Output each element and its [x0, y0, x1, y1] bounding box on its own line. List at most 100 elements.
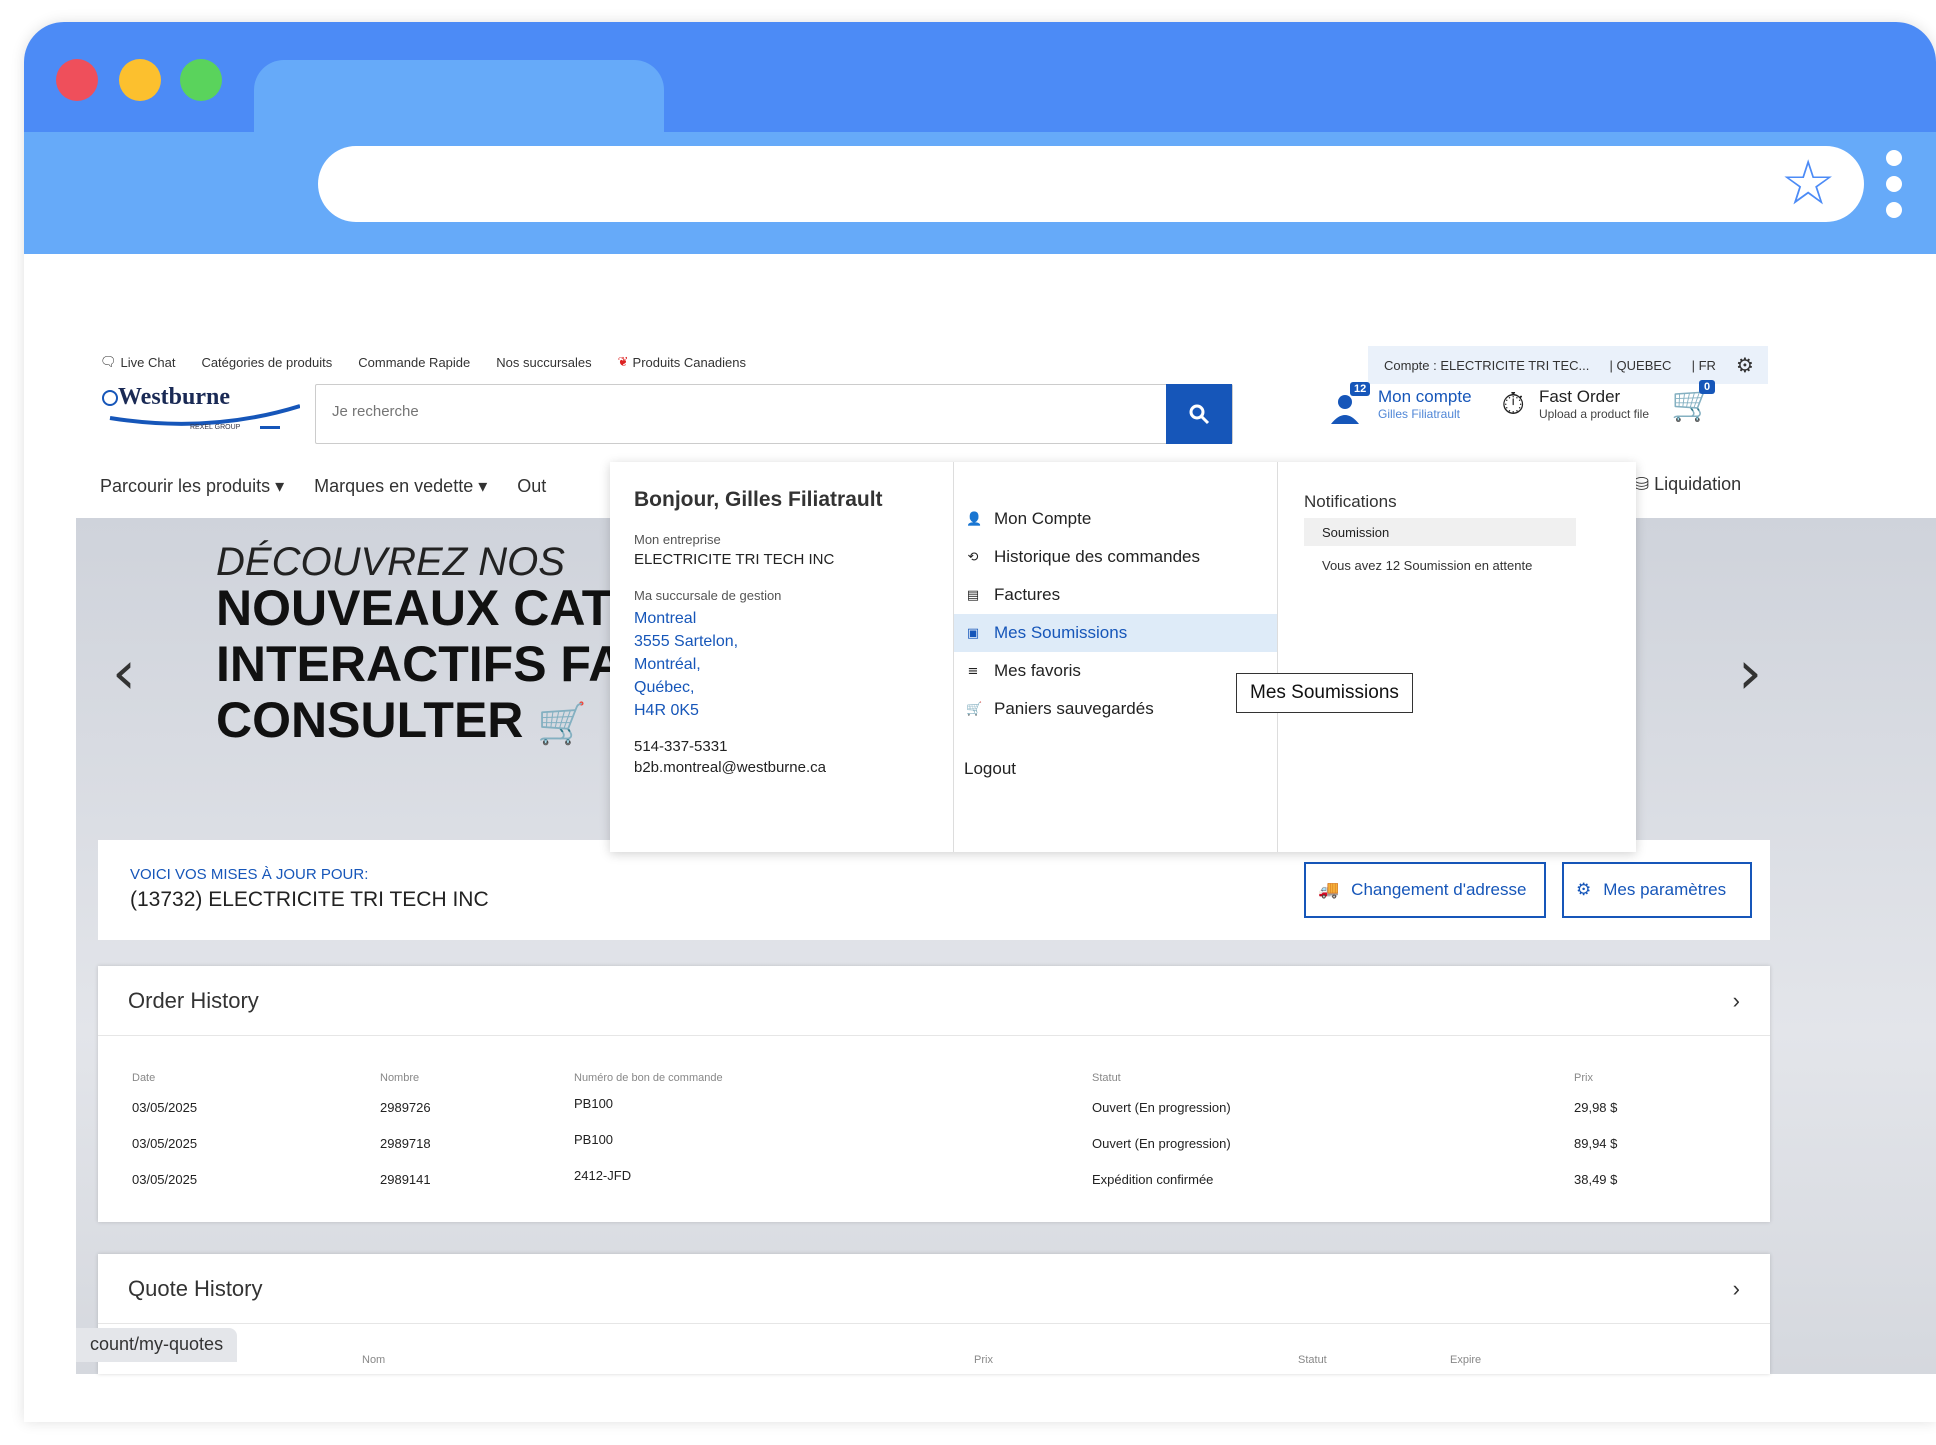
change-address-label: Changement d'adresse: [1351, 880, 1527, 899]
chat-icon: 🗨: [100, 354, 117, 369]
language[interactable]: | FR: [1692, 358, 1716, 373]
bookmark-star-icon[interactable]: ☆: [1780, 148, 1836, 218]
branches-link[interactable]: Nos succursales: [496, 355, 591, 370]
account-avatar[interactable]: 12: [1328, 382, 1371, 424]
col-price: Prix: [1574, 1072, 1593, 1084]
cell-status: Expédition confirmée: [1092, 1172, 1214, 1187]
account-dropdown: Bonjour, Gilles Filiatrault Mon entrepri…: [610, 462, 1636, 852]
cell-price: 38,49 $: [1574, 1172, 1618, 1187]
hero-line-3-text: INTERACTIFS FAC: [216, 636, 661, 692]
fast-order-title: Fast Order: [1538, 387, 1621, 406]
menu-saved-carts[interactable]: 🛒 Paniers sauvegardés: [954, 690, 1277, 728]
carousel-next-icon[interactable]: ›: [1738, 638, 1762, 708]
branch-province: Québec,: [634, 679, 695, 696]
branch-street: 3555 Sartelon,: [634, 633, 739, 650]
menu-label: Historique des commandes: [994, 547, 1200, 566]
nav-liquidation[interactable]: ⛁ Liquidation: [1634, 474, 1741, 495]
menu-label: Mes Soumissions: [994, 623, 1128, 642]
chevron-right-icon[interactable]: ›: [1733, 988, 1740, 1014]
updates-panel: VOICI VOS MISES À JOUR POUR: (13732) ELE…: [98, 840, 1770, 940]
search-icon: [1189, 404, 1210, 425]
branch-phone[interactable]: 514-337-5331: [634, 738, 953, 755]
canadian-products-link[interactable]: ❦ Produits Canadiens: [618, 354, 746, 370]
chevron-right-icon[interactable]: ›: [1733, 1276, 1740, 1302]
live-chat-link[interactable]: 🗨 Live Chat: [100, 354, 175, 370]
cart-badge: 0: [1699, 380, 1716, 394]
truck-icon: 🚚: [1318, 880, 1340, 900]
address-bar[interactable]: ☆: [318, 146, 1864, 222]
nav-browse-products[interactable]: Parcourir les produits ▾: [100, 476, 284, 497]
company-name: ELECTRICITE TRI TECH INC: [634, 551, 835, 568]
search-button[interactable]: [1166, 384, 1232, 444]
order-history-header[interactable]: Order History ›: [98, 966, 1770, 1036]
col-number: Nombre: [380, 1072, 420, 1084]
user-icon: [1331, 395, 1359, 424]
gear-icon[interactable]: ⚙: [1736, 353, 1754, 377]
categories-link[interactable]: Catégories de produits: [201, 355, 332, 370]
menu-my-quotes[interactable]: ▣ Mes Soumissions: [954, 614, 1277, 652]
my-account-link[interactable]: Mon compte Gilles Filiatrault: [1378, 387, 1472, 421]
menu-invoices[interactable]: ▤ Factures: [954, 576, 1277, 614]
quote-history-header[interactable]: Quote History ›: [98, 1254, 1770, 1324]
browser-tab[interactable]: [254, 60, 664, 134]
menu-favorites[interactable]: ≡ Mes favoris: [954, 652, 1277, 690]
col-price: Prix: [974, 1354, 993, 1366]
status-bar-url: count/my-quotes: [76, 1328, 238, 1362]
fast-order-icon: ⏱: [1501, 386, 1525, 422]
cell-po: 2412-JFD: [574, 1168, 632, 1183]
close-window-icon[interactable]: [56, 59, 98, 101]
utility-links: 🗨 Live Chat Catégories de produits Comman…: [100, 354, 746, 370]
web-page: 🗨 Live Chat Catégories de produits Comman…: [24, 254, 1936, 1374]
cell-price: 29,98 $: [1574, 1100, 1618, 1115]
change-address-button[interactable]: 🚚 Changement d'adresse: [1304, 862, 1546, 918]
maximize-window-icon[interactable]: [180, 59, 222, 101]
westburne-logo[interactable]: Westburne REXEL GROUP: [100, 384, 300, 446]
hero-line-1: DÉCOUVREZ NOS: [216, 540, 565, 584]
greeting: Bonjour, Gilles Filiatrault: [634, 488, 883, 511]
nav-featured-brands[interactable]: Marques en vedette ▾: [314, 476, 487, 497]
cart-icon: 🛒: [966, 701, 983, 717]
cell-date: 03/05/2025: [132, 1172, 198, 1187]
hero-line-4-text: CONSULTER: [216, 692, 524, 748]
maple-leaf-icon: ❦: [617, 354, 629, 369]
invoice-icon: ▤: [966, 587, 980, 603]
carousel-prev-icon[interactable]: ‹: [112, 638, 136, 708]
nav-tools[interactable]: Out: [517, 476, 546, 497]
branch-email[interactable]: b2b.montreal@westburne.ca: [634, 759, 953, 776]
updates-label: VOICI VOS MISES À JOUR POUR:: [130, 866, 369, 883]
menu-my-account[interactable]: 👤 Mon Compte: [954, 500, 1277, 538]
cell-status: Ouvert (En progression): [1092, 1100, 1231, 1115]
logo-text: Westburne: [118, 384, 231, 410]
order-history-card: Order History › Date Nombre Numéro de bon…: [98, 966, 1770, 1222]
header-actions: 12 Mon compte Gilles Filiatrault ⏱ Fast …: [1328, 380, 1716, 424]
cell-date: 03/05/2025: [132, 1136, 198, 1151]
col-status: Statut: [1298, 1354, 1327, 1366]
menu-label: Paniers sauvegardés: [994, 699, 1154, 718]
fast-order-link[interactable]: Fast Order Upload a product file: [1539, 387, 1649, 421]
menu-order-history[interactable]: ⟲ Historique des commandes: [954, 538, 1277, 576]
cell-status: Ouvert (En progression): [1092, 1136, 1231, 1151]
search-input[interactable]: [332, 403, 1112, 420]
notification-item[interactable]: Soumission: [1304, 518, 1576, 546]
quote-history-card: Quote History › Nom Prix Statut Expire: [98, 1254, 1770, 1374]
settings-label: Mes paramètres: [1603, 880, 1727, 899]
company-label: Mon entreprise: [634, 532, 721, 547]
logout-link[interactable]: Logout: [954, 750, 1277, 788]
region[interactable]: | QUEBEC: [1610, 358, 1672, 373]
my-account-title: Mon compte: [1378, 387, 1472, 406]
account-info-column: Bonjour, Gilles Filiatrault Mon entrepri…: [610, 462, 954, 852]
cart-button[interactable]: 🛒 0: [1671, 380, 1716, 424]
account-bar[interactable]: Compte : ELECTRICITE TRI TEC... | QUEBEC…: [1368, 346, 1768, 384]
minimize-window-icon[interactable]: [119, 59, 161, 101]
cell-po: PB100: [574, 1096, 614, 1111]
browser-menu-icon[interactable]: [1886, 150, 1902, 228]
settings-button[interactable]: ⚙ Mes paramètres: [1562, 862, 1752, 918]
quick-order-link[interactable]: Commande Rapide: [358, 355, 470, 370]
gear-icon: ⚙: [1576, 880, 1592, 900]
notification-text[interactable]: Vous avez 12 Soumission en attente: [1304, 558, 1636, 573]
quote-history-title: Quote History: [128, 1275, 263, 1301]
history-icon: ⟲: [967, 549, 979, 565]
branch-address[interactable]: Montreal 3555 Sartelon, Montréal, Québec…: [634, 607, 953, 722]
updates-account: (13732) ELECTRICITE TRI TECH INC: [130, 888, 489, 911]
col-expire: Expire: [1450, 1354, 1482, 1366]
